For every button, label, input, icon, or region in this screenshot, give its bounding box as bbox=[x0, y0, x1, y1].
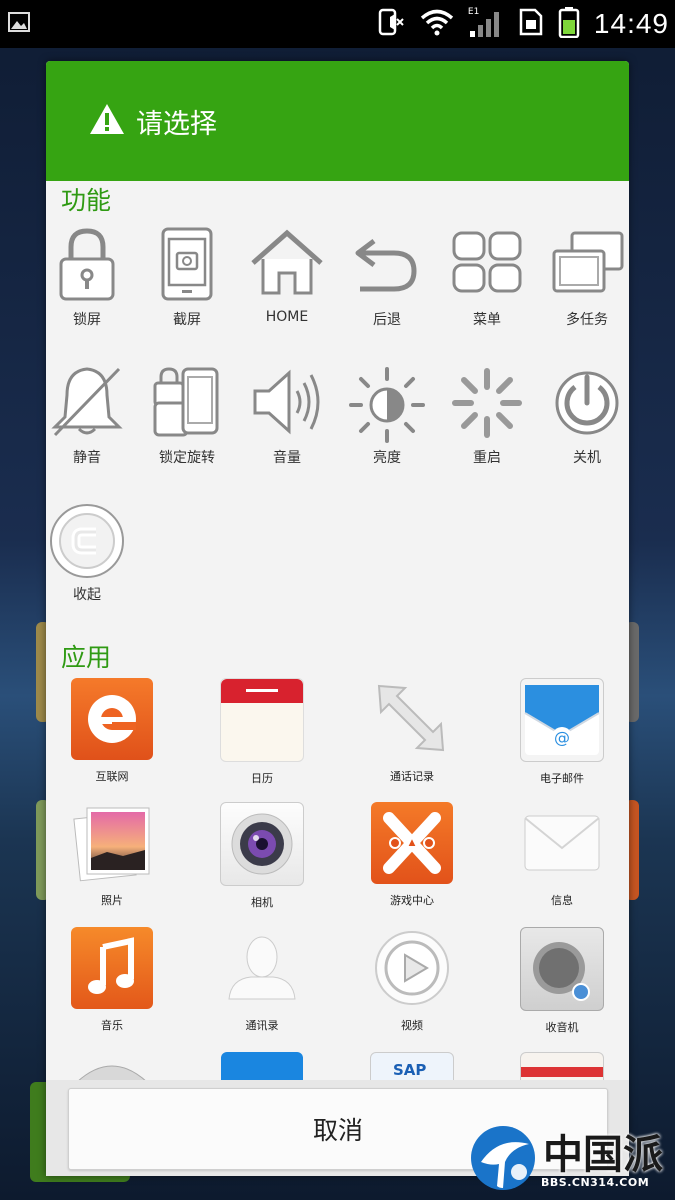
function-label: 关机 bbox=[573, 450, 601, 466]
dialog-title: 请选择 bbox=[136, 108, 217, 140]
lock-icon bbox=[59, 228, 115, 301]
app-browser[interactable]: 互联网 bbox=[57, 678, 167, 784]
function-home[interactable]: HOME bbox=[237, 227, 337, 325]
function-label: 锁屏 bbox=[73, 312, 101, 328]
function-label: 音量 bbox=[273, 450, 301, 466]
vibrate-silent-icon bbox=[376, 7, 406, 41]
function-menu[interactable]: 菜单 bbox=[437, 227, 537, 329]
app-video[interactable]: 视频 bbox=[357, 927, 467, 1033]
signal-icon: E1 bbox=[468, 7, 504, 39]
status-bar: E1 14:49 bbox=[0, 0, 675, 48]
apps-section-title: 应用 bbox=[61, 643, 112, 672]
multitask-icon bbox=[552, 231, 624, 293]
sap-label: SAP bbox=[393, 1061, 427, 1079]
sim-card-icon bbox=[518, 7, 544, 41]
warning-icon bbox=[88, 102, 126, 140]
radio-icon bbox=[520, 927, 604, 1011]
function-restart[interactable]: 重启 bbox=[437, 365, 537, 467]
function-power-off[interactable]: 关机 bbox=[537, 365, 629, 467]
app-label: 通话记录 bbox=[390, 770, 434, 783]
watermark-url: BBS.CN314.COM bbox=[541, 1176, 650, 1189]
function-label: 多任务 bbox=[566, 312, 608, 328]
brightness-icon bbox=[349, 367, 425, 443]
function-label: 收起 bbox=[73, 587, 101, 603]
dialog-header: 请选择 bbox=[46, 61, 629, 181]
svg-text:@: @ bbox=[554, 728, 570, 747]
app-label: 音乐 bbox=[101, 1019, 123, 1032]
app-contacts[interactable]: 通讯录 bbox=[207, 927, 317, 1033]
wifi-icon bbox=[420, 8, 454, 40]
select-dialog: 请选择 功能 锁屏 截屏 HOME 后退 菜单 多任务 静音 锁定旋转 音量 亮… bbox=[46, 61, 629, 1176]
function-label: 重启 bbox=[473, 450, 501, 466]
functions-section-title: 功能 bbox=[61, 186, 112, 215]
gallery-notification-icon bbox=[8, 12, 30, 36]
app-music[interactable]: 音乐 bbox=[57, 927, 167, 1033]
home-icon bbox=[251, 229, 323, 295]
watermark-brand: 中国派 bbox=[543, 1131, 663, 1178]
browser-icon bbox=[71, 678, 153, 760]
function-label: 截屏 bbox=[173, 312, 201, 328]
app-label: 收音机 bbox=[545, 1021, 579, 1034]
app-calendar[interactable]: 日历 bbox=[207, 678, 317, 786]
app-label: 通讯录 bbox=[245, 1019, 279, 1032]
mute-icon bbox=[51, 367, 123, 437]
camera-icon bbox=[220, 802, 304, 886]
screenshot-icon bbox=[161, 227, 213, 301]
clock: 14:49 bbox=[593, 8, 669, 39]
app-radio[interactable]: 收音机 bbox=[507, 927, 617, 1035]
function-lock[interactable]: 锁屏 bbox=[46, 227, 137, 329]
app-photos[interactable]: 照片 bbox=[57, 802, 167, 908]
video-icon bbox=[371, 927, 453, 1009]
back-icon bbox=[355, 239, 417, 292]
app-email[interactable]: @ 电子邮件 bbox=[507, 678, 617, 786]
restart-icon bbox=[452, 368, 522, 438]
call-log-icon bbox=[371, 678, 453, 760]
app-camera[interactable]: 相机 bbox=[207, 802, 317, 910]
power-icon bbox=[555, 371, 619, 435]
function-label: 锁定旋转 bbox=[159, 450, 215, 466]
function-label: 后退 bbox=[373, 312, 401, 328]
music-icon bbox=[71, 927, 153, 1009]
menu-icon bbox=[452, 231, 522, 293]
app-label: 日历 bbox=[251, 772, 273, 785]
app-label: 照片 bbox=[101, 894, 123, 907]
function-collapse[interactable]: 收起 bbox=[46, 502, 137, 604]
watermark: 中国派 BBS.CN314.COM bbox=[469, 1122, 669, 1194]
app-label: 电子邮件 bbox=[540, 772, 584, 785]
app-label: 视频 bbox=[401, 1019, 423, 1032]
app-call-log[interactable]: 通话记录 bbox=[357, 678, 467, 784]
game-center-icon bbox=[371, 802, 453, 884]
function-multitask[interactable]: 多任务 bbox=[537, 227, 629, 329]
contacts-icon bbox=[221, 927, 303, 1009]
rotation-lock-icon bbox=[153, 367, 219, 437]
volume-icon bbox=[253, 369, 320, 435]
battery-icon bbox=[558, 6, 580, 42]
function-mute[interactable]: 静音 bbox=[46, 365, 137, 467]
app-game-center[interactable]: 游戏中心 bbox=[357, 802, 467, 908]
messages-icon bbox=[521, 802, 603, 884]
calendar-icon bbox=[220, 678, 304, 762]
function-screenshot[interactable]: 截屏 bbox=[137, 227, 237, 329]
collapse-icon bbox=[50, 504, 124, 578]
function-label: 静音 bbox=[73, 450, 101, 466]
app-messages[interactable]: 信息 bbox=[507, 802, 617, 908]
function-label: HOME bbox=[265, 309, 309, 325]
watermark-logo-icon bbox=[471, 1126, 535, 1190]
function-back[interactable]: 后退 bbox=[337, 227, 437, 329]
app-label: 互联网 bbox=[95, 770, 129, 783]
function-brightness[interactable]: 亮度 bbox=[337, 365, 437, 467]
email-icon: @ bbox=[520, 678, 604, 762]
function-rotation-lock[interactable]: 锁定旋转 bbox=[137, 365, 237, 467]
function-label: 菜单 bbox=[473, 312, 501, 328]
app-label: 相机 bbox=[251, 896, 273, 909]
app-label: 信息 bbox=[551, 894, 573, 907]
photos-icon bbox=[71, 802, 153, 884]
function-label: 亮度 bbox=[373, 450, 401, 466]
function-volume[interactable]: 音量 bbox=[237, 365, 337, 467]
app-label: 游戏中心 bbox=[390, 894, 434, 907]
